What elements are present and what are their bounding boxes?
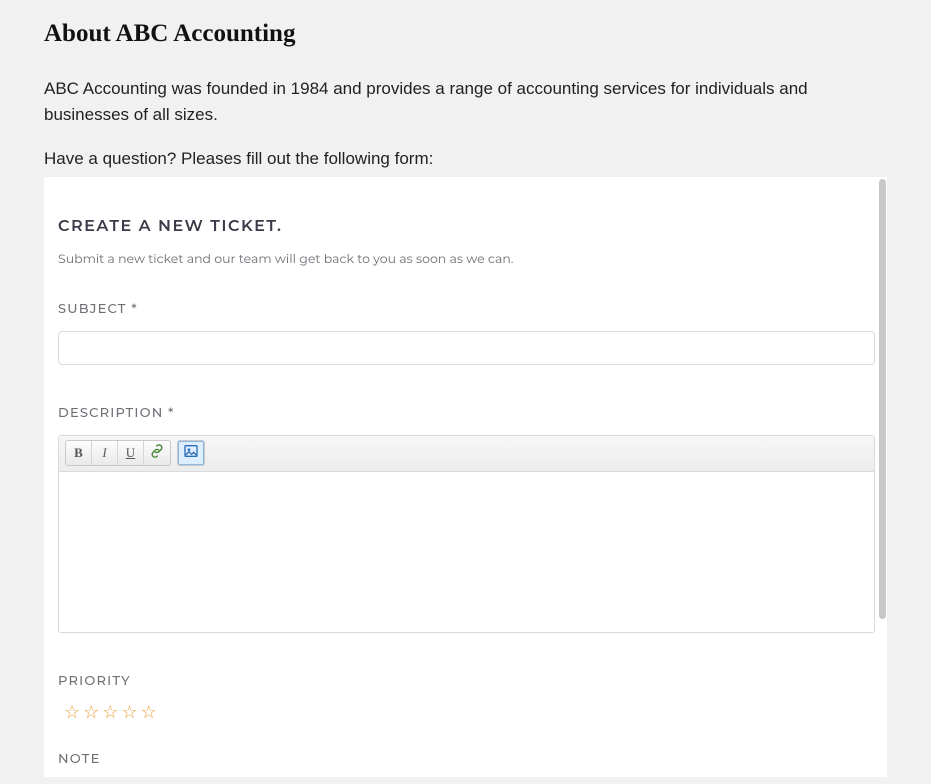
star-2[interactable]: ☆: [83, 703, 99, 721]
form-subtext: Submit a new ticket and our team will ge…: [58, 252, 875, 267]
priority-label: PRIORITY: [58, 673, 875, 689]
priority-stars: ☆ ☆ ☆ ☆ ☆: [58, 703, 875, 721]
ticket-form-panel: CREATE A NEW TICKET. Submit a new ticket…: [44, 177, 887, 777]
bold-button[interactable]: B: [66, 441, 92, 465]
subject-label: SUBJECT *: [58, 301, 875, 317]
star-3[interactable]: ☆: [102, 703, 118, 721]
note-label: NOTE: [58, 751, 875, 767]
description-label: DESCRIPTION *: [58, 405, 875, 421]
link-icon: [149, 443, 165, 463]
star-4[interactable]: ☆: [121, 703, 137, 721]
image-icon: [183, 443, 199, 463]
star-5[interactable]: ☆: [141, 703, 157, 721]
scrollbar-thumb[interactable]: [879, 179, 886, 619]
underline-button[interactable]: U: [118, 441, 144, 465]
form-prompt: Have a question? Pleases fill out the fo…: [44, 149, 887, 169]
page-title: About ABC Accounting: [44, 20, 887, 48]
editor-toolbar: B I U: [59, 436, 874, 472]
description-editor: B I U: [58, 435, 875, 633]
subject-input[interactable]: [58, 331, 875, 365]
form-heading: CREATE A NEW TICKET.: [58, 217, 875, 236]
star-1[interactable]: ☆: [64, 703, 80, 721]
intro-text: ABC Accounting was founded in 1984 and p…: [44, 76, 887, 129]
italic-button[interactable]: I: [92, 441, 118, 465]
link-button[interactable]: [144, 441, 170, 465]
image-button[interactable]: [178, 441, 204, 465]
description-textarea[interactable]: [59, 472, 874, 632]
